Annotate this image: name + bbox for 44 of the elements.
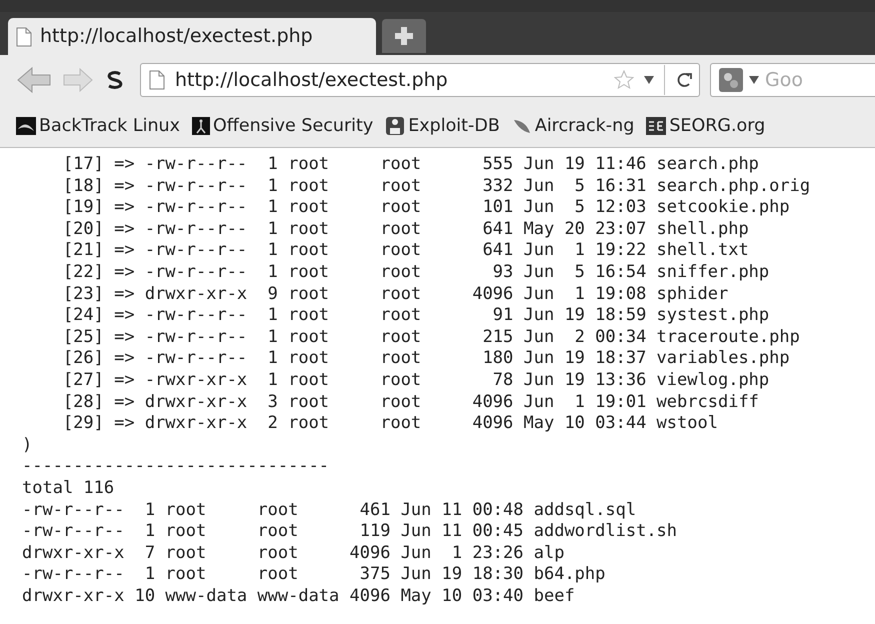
wing-icon bbox=[512, 117, 532, 135]
output-line: -rw-r--r-- 1 root root 375 Jun 19 18:30 b64.php bbox=[22, 564, 606, 586]
bookmark-link[interactable]: Offensive Security bbox=[192, 112, 374, 140]
address-bar[interactable]: http://localhost/exectest.php bbox=[140, 63, 700, 97]
bookmark-link[interactable]: Aircrack-ng bbox=[512, 112, 634, 140]
bookmark-link[interactable]: SEORG.org bbox=[646, 112, 766, 140]
output-line: ------------------------------ bbox=[22, 456, 330, 478]
output-line: [29] => drwxr-xr-x 2 root root 4096 May 10 03:44 wstool bbox=[62, 413, 718, 435]
output-line: [23] => drwxr-xr-x 9 root root 4096 Jun 1 19:08 sphider bbox=[62, 284, 728, 306]
bookmark-link[interactable]: BackTrack Linux bbox=[16, 112, 180, 140]
output-line: -rw-r--r-- 1 root root 119 Jun 11 00:45 addwordlist.sh bbox=[22, 521, 678, 543]
output-line: [26] => -rw-r--r-- 1 root root 180 Jun 19 18:37 variables.php bbox=[62, 348, 790, 370]
output-line: drwxr-xr-x 10 www-data www-data 4096 May 10 03:40 beef bbox=[22, 586, 575, 608]
output-line: total 116 bbox=[22, 478, 114, 500]
output-line: [17] => -rw-r--r-- 1 root root 555 Jun 19 11:46 search.php bbox=[62, 154, 759, 176]
output-line: [22] => -rw-r--r-- 1 root root 93 Jun 5 16:54 sniffer.php bbox=[62, 262, 770, 284]
person-icon bbox=[385, 116, 406, 136]
new-tab-button[interactable] bbox=[382, 19, 426, 53]
reload-icon[interactable] bbox=[675, 71, 693, 89]
search-bar[interactable]: Goo bbox=[710, 63, 875, 97]
output-line: [27] => -rwxr-xr-x 1 root root 78 Jun 19 13:36 viewlog.php bbox=[62, 370, 770, 392]
output-line: ) bbox=[22, 434, 32, 456]
star-icon[interactable] bbox=[614, 70, 634, 90]
output-line: [19] => -rw-r--r-- 1 root root 101 Jun 5 12:03 setcookie.php bbox=[62, 197, 790, 219]
browser-tab[interactable]: http://localhost/exectest.php bbox=[8, 18, 376, 55]
bookmark-link[interactable]: Exploit-DB bbox=[385, 112, 500, 140]
page-icon bbox=[16, 26, 32, 46]
search-engine-icon bbox=[719, 68, 743, 92]
plus-icon bbox=[394, 26, 414, 46]
output-line: [25] => -rw-r--r-- 1 root root 215 Jun 2 00:34 traceroute.php bbox=[62, 326, 800, 348]
output-line: [28] => drwxr-xr-x 3 root root 4096 Jun 1 19:01 webrcsdiff bbox=[62, 392, 759, 414]
se-logo-icon bbox=[646, 117, 666, 135]
output-line: -rw-r--r-- 1 root root 461 Jun 11 00:48 addsql.sql bbox=[22, 500, 636, 522]
output-line: [24] => -rw-r--r-- 1 root root 91 Jun 19 18:59 systest.php bbox=[62, 305, 770, 327]
output-line: [21] => -rw-r--r-- 1 root root 641 Jun 1 19:22 shell.txt bbox=[62, 240, 749, 262]
search-field[interactable]: Goo bbox=[765, 66, 825, 94]
output-line: [18] => -rw-r--r-- 1 root root 332 Jun 5 16:31 search.php.orig bbox=[62, 176, 810, 198]
page-icon bbox=[149, 70, 165, 90]
output-line: drwxr-xr-x 7 root root 4096 Jun 1 23:26 alp bbox=[22, 542, 564, 564]
dropdown-caret-icon[interactable] bbox=[644, 76, 654, 84]
output-line: [20] => -rw-r--r-- 1 root root 641 May 20 23:07 shell.php bbox=[62, 218, 749, 240]
shark-fin-icon bbox=[16, 117, 36, 135]
dropdown-caret-icon[interactable] bbox=[749, 76, 759, 84]
figure-icon bbox=[192, 117, 210, 135]
